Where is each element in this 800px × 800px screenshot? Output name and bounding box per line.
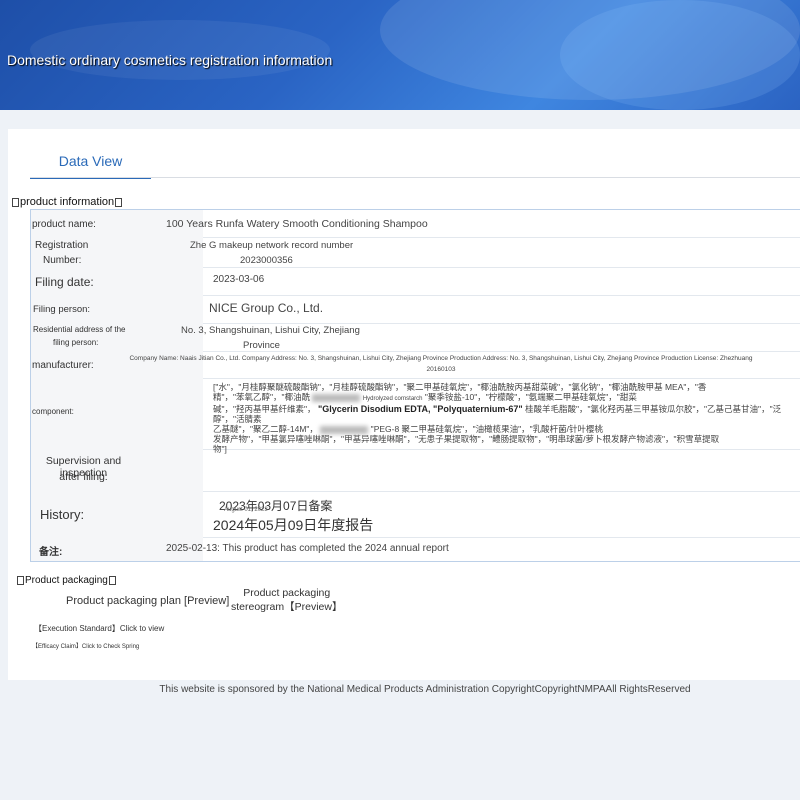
tab-divider	[30, 177, 800, 178]
table-row: History: 2023年03月07日备案 August 01, 2023 2…	[31, 491, 800, 538]
product-info-table: product name: 100 Years Runfa Watery Smo…	[30, 209, 800, 562]
execution-standard-link[interactable]: 【Execution Standard】Click to view	[34, 623, 164, 634]
banner-decoration	[560, 0, 800, 110]
efficacy-claim-link[interactable]: 【Efficacy Claim】Click to Check Spring	[32, 641, 139, 650]
table-row: manufacturer: Company Name: Naais Jitian…	[31, 351, 800, 379]
table-row: 备注: 2025-02-13: This product has complet…	[31, 537, 800, 561]
bracket-right-icon	[115, 197, 123, 207]
row-label: History:	[31, 491, 203, 537]
table-row: Supervision and inspection after filing:	[31, 449, 800, 492]
product-packaging-heading: Product packaging	[16, 575, 117, 586]
tab-data-view[interactable]: Data View	[30, 151, 151, 179]
table-row: Filing date: 2023-03-06	[31, 267, 800, 296]
filing-date-value: 2023-03-06	[213, 274, 265, 285]
footer-copyright: This website is sponsored by the Nationa…	[159, 684, 691, 695]
obscured-text	[320, 425, 369, 434]
product-info-heading: product information	[11, 196, 123, 208]
registration-number-value: Zhe G makeup network record number	[190, 240, 354, 251]
bracket-left-icon	[12, 197, 19, 207]
remarks-value: 2025-02-13: This product has completed t…	[166, 543, 449, 554]
packaging-stereogram-preview-link[interactable]: Product packaging stereogram【Preview】	[231, 587, 342, 614]
table-row: product name: 100 Years Runfa Watery Smo…	[31, 210, 800, 238]
component-value: ["水"，"月桂醇聚醚硫酸酯钠"，"月桂醇硫酸酯钠"，"聚二甲基硅氧烷"，"椰油…	[213, 382, 782, 454]
bracket-right-icon	[108, 575, 116, 585]
manufacturer-value: Company Name: Naais Jitian Co., Ltd. Com…	[129, 355, 753, 373]
banner-decoration	[30, 20, 330, 80]
page-title: Domestic ordinary cosmetics registration…	[7, 52, 333, 68]
filing-person-value: NICE Group Co., Ltd.	[209, 301, 324, 315]
address-value-2: Province	[243, 340, 280, 351]
table-row: Filing person: NICE Group Co., Ltd.	[31, 295, 800, 324]
table-row: component: ["水"，"月桂醇聚醚硫酸酯钠"，"月桂醇硫酸酯钠"，"聚…	[31, 378, 800, 454]
row-label: Filing person:	[31, 295, 203, 323]
row-label: Registration Number:	[31, 237, 203, 267]
row-label: Supervision and inspection after filing:	[31, 449, 203, 491]
history-entry-date: August 01, 2023	[224, 507, 268, 513]
row-label: Residential address of the filing person…	[31, 323, 203, 351]
packaging-plan-preview-link[interactable]: Product packaging plan [Preview]	[66, 595, 229, 607]
row-label: component:	[31, 378, 203, 449]
bracket-left-icon	[17, 575, 24, 585]
address-value: No. 3, Shangshuinan, Lishui City, Zhejia…	[181, 325, 360, 336]
product-name-value: 100 Years Runfa Watery Smooth Conditioni…	[166, 218, 428, 230]
main-panel: Data View product information product na…	[8, 129, 800, 680]
header-banner: Domestic ordinary cosmetics registration…	[0, 0, 800, 110]
obscured-text	[312, 393, 361, 402]
history-entry: 2024年05月09日年度报告	[213, 517, 374, 533]
table-row: Residential address of the filing person…	[31, 323, 800, 352]
table-row: Registration Number: Zhe G makeup networ…	[31, 237, 800, 268]
row-label: Filing date:	[31, 267, 203, 295]
registration-number-code: 2023000356	[240, 255, 293, 266]
